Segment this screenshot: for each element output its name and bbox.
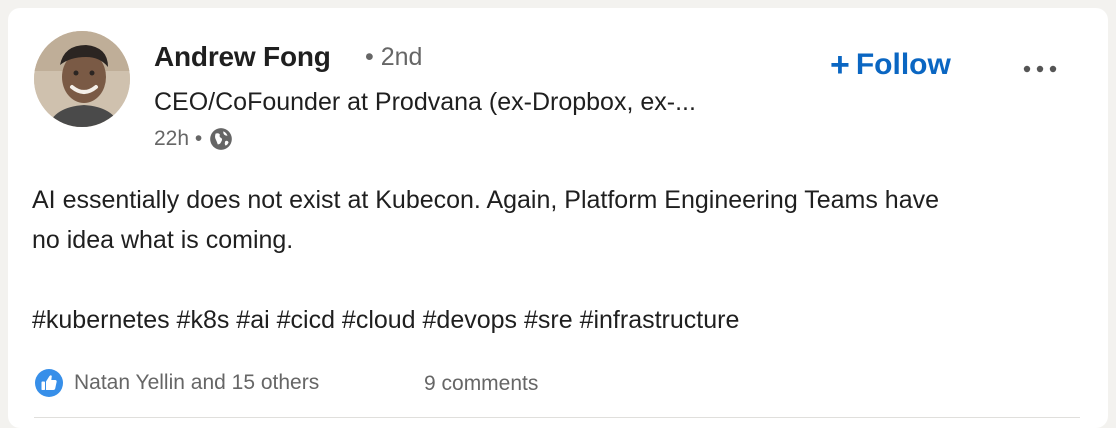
- reactions-text: Natan Yellin and 15 others: [74, 371, 320, 394]
- globe-icon: [208, 126, 234, 152]
- plus-icon: +: [830, 46, 850, 84]
- divider: [34, 417, 1080, 418]
- post-text-line: no idea what is coming.: [32, 226, 294, 254]
- connection-degree: • 2nd: [365, 43, 423, 71]
- follow-label: Follow: [855, 48, 951, 81]
- author-name[interactable]: Andrew Fong: [154, 41, 331, 73]
- post-text-line: AI essentially does not exist at Kubecon…: [32, 186, 940, 214]
- author-headline[interactable]: CEO/CoFounder at Prodvana (ex-Dropbox, e…: [154, 88, 794, 117]
- post-meta: 22h •: [154, 126, 234, 152]
- like-icon: [34, 368, 64, 398]
- author-avatar[interactable]: [34, 31, 130, 127]
- ellipsis-icon: [1023, 65, 1057, 73]
- reactions-summary[interactable]: Natan Yellin and 15 others: [34, 368, 319, 398]
- avatar-photo: [34, 31, 130, 127]
- follow-button[interactable]: + Follow: [830, 44, 951, 86]
- post-timestamp: 22h •: [154, 127, 203, 150]
- more-options-button[interactable]: [1014, 56, 1064, 80]
- comments-count[interactable]: 9 comments: [424, 372, 538, 396]
- post-card: Andrew Fong • 2nd CEO/CoFounder at Prodv…: [8, 8, 1108, 428]
- post-text: AI essentially does not exist at Kubecon…: [32, 180, 1092, 340]
- post-hashtags[interactable]: #kubernetes #k8s #ai #cicd #cloud #devop…: [32, 300, 1092, 340]
